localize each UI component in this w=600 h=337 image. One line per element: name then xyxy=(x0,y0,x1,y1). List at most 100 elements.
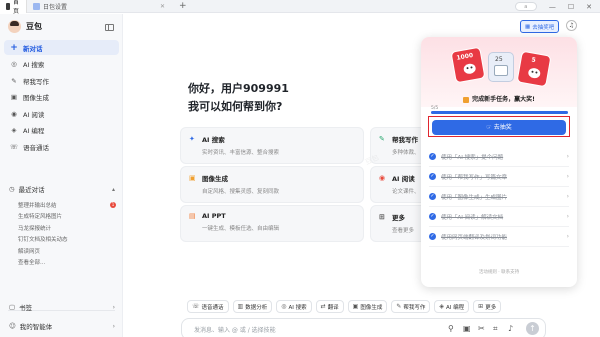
minimize-icon[interactable]: — xyxy=(549,3,556,11)
toolbar-voice-call[interactable]: ☏ 语音通话 xyxy=(187,300,229,313)
scissors-icon[interactable]: ✂ xyxy=(478,324,485,333)
list-item[interactable]: 整理并输出总结 1 xyxy=(18,199,116,211)
sidebar-item-bookmarks[interactable]: ▢ 书签 › xyxy=(9,302,115,312)
chevron-right-icon: › xyxy=(566,233,569,240)
book-icon: ◉ xyxy=(11,109,17,118)
message-input[interactable]: 发消息、输入 @ 或 / 选择技能 xyxy=(194,325,276,334)
tab-home[interactable]: 首页 xyxy=(0,0,26,15)
tab-home-label: 首页 xyxy=(13,0,20,15)
unread-badge: 1 xyxy=(110,201,116,208)
card-image-gen[interactable]: ▣ 图像生成 自定风格、搜集灵感、复刻同款 xyxy=(180,166,364,203)
sidebar-item-new-chat[interactable]: + 新对话 xyxy=(4,40,119,55)
attach-icon[interactable]: ⚲ xyxy=(448,324,454,333)
pen-icon: ✎ xyxy=(396,303,402,310)
recent-chat-label: 马龙探报统计 xyxy=(18,225,52,232)
pointer-icon: ☞ xyxy=(486,124,492,131)
chevron-right-icon: › xyxy=(566,153,569,160)
task-row[interactable]: ✓ 使用「帮我写作」写篇文章 › xyxy=(429,167,569,187)
profile-badge[interactable]: a xyxy=(514,2,537,11)
search-icon: ✦ xyxy=(189,135,195,143)
notification-icon[interactable]: ♫ xyxy=(566,20,577,31)
gift-amount: 1000 xyxy=(456,52,474,62)
chevron-right-icon: › xyxy=(566,213,569,220)
recent-chats-list: 整理并输出总结 1 生成特定风格图片 马龙探报统计 钉钉文档及相关动态 解读网页… xyxy=(18,199,116,268)
toolbar-ai-search[interactable]: ◎ AI 搜索 xyxy=(276,300,312,313)
toolbar-label: AI 编程 xyxy=(446,304,465,311)
window-controls: a — ☐ ✕ xyxy=(514,0,600,13)
sidebar-item-writing[interactable]: ✎ 帮我写作 xyxy=(4,73,119,88)
toolbar-more[interactable]: ⊞ 更多 xyxy=(473,300,502,313)
card-ai-ppt[interactable]: ▤ AI PPT 一键生成、模板任选、自由编辑 xyxy=(180,205,364,242)
microphone-icon[interactable]: ♪ xyxy=(508,324,513,333)
list-item[interactable]: 解读网页 xyxy=(18,245,116,257)
toolbar-translate[interactable]: ⇄ 翻译 xyxy=(315,300,344,313)
card-subtitle: 自定风格、搜集灵感、复刻同款 xyxy=(202,189,280,195)
close-tab-icon[interactable]: ✕ xyxy=(160,3,165,10)
sidebar-toggle-icon[interactable] xyxy=(105,24,114,31)
greeting-line-1: 你好，用户909991 xyxy=(188,82,289,95)
recent-chat-label: 整理并输出总结 xyxy=(18,202,57,209)
sidebar-item-image-gen[interactable]: ▣ 图像生成 xyxy=(4,90,119,105)
toolbar-label: 语音通话 xyxy=(201,304,224,311)
clock-icon: ◷ xyxy=(9,185,15,193)
chevron-right-icon: › xyxy=(566,173,569,180)
task-row[interactable]: ✓ 使用「AI 搜索」提个问题 › xyxy=(429,147,569,167)
task-row[interactable]: ✓ 使用「AI 阅读」解读文档 › xyxy=(429,207,569,227)
task-progress-bar xyxy=(431,111,568,114)
go-lottery-label: 去抽奖 xyxy=(493,124,512,131)
view-all-link[interactable]: 查看全部... xyxy=(18,257,116,269)
ppt-icon: ▤ xyxy=(189,212,196,220)
check-icon: ✓ xyxy=(429,173,436,180)
greeting: 你好，用户909991 我可以如何帮到你? xyxy=(188,80,289,116)
sidebar-item-voice-call[interactable]: ☏ 语音通话 xyxy=(4,139,119,154)
task-row[interactable]: ✓ 使用网页端翻译及划词功能 › xyxy=(429,227,569,247)
chevron-up-icon: ▴ xyxy=(111,185,115,193)
toolbar-ai-coding[interactable]: ◈ AI 编程 xyxy=(434,300,470,313)
maximize-icon[interactable]: ☐ xyxy=(568,3,574,11)
task-row[interactable]: ✓ 使用「图像生成」生成图片 › xyxy=(429,187,569,207)
recent-chats-title: 最近对话 xyxy=(18,186,45,194)
gift-card-left: 1000 xyxy=(450,46,486,84)
list-item[interactable]: 生成特定风格图片 xyxy=(18,211,116,223)
recent-chats-header[interactable]: ◷ 最近对话 ▴ xyxy=(9,184,115,194)
card-title: AI 搜索 xyxy=(202,136,225,144)
task-list: ✓ 使用「AI 搜索」提个问题 › ✓ 使用「帮我写作」写篇文章 › ✓ 使用「图像生成」… xyxy=(429,147,569,247)
list-item[interactable]: 马龙探报统计 xyxy=(18,222,116,234)
brand[interactable]: 豆包 xyxy=(8,20,42,33)
lottery-button[interactable]: ▦ 去抽奖吧 xyxy=(520,20,560,33)
tab-settings[interactable]: 日包设置 ✕ xyxy=(26,0,171,13)
close-window-icon[interactable]: ✕ xyxy=(586,3,592,11)
code-icon: ◈ xyxy=(11,126,17,134)
image-upload-icon[interactable]: ▣ xyxy=(463,324,471,333)
sidebar: 豆包 + 新对话 ◎ AI 搜索 ✎ 帮我写作 ▣ 图像生成 ◉ AI 阅读 ◈… xyxy=(0,14,123,337)
card-subtitle: 一键生成、模板任选、自由编辑 xyxy=(202,226,280,232)
send-button[interactable]: ↑ xyxy=(526,322,539,335)
check-icon: ✓ xyxy=(429,153,436,160)
avatar xyxy=(8,20,21,33)
gift-amount: 25 xyxy=(495,56,503,63)
chevron-right-icon: › xyxy=(566,193,569,200)
toolbar-data-analysis[interactable]: ▥ 数据分析 xyxy=(232,300,273,313)
go-lottery-button[interactable]: ☞ 去抽奖 xyxy=(432,120,566,135)
crop-icon[interactable]: ⌗ xyxy=(493,324,498,334)
chevron-right-icon: › xyxy=(112,303,115,311)
new-tab-button[interactable]: + xyxy=(179,1,187,11)
popover-footer[interactable]: 活动规则 · 联系支持 xyxy=(421,269,577,275)
sidebar-item-label: AI 编程 xyxy=(23,127,45,135)
toolbar-image-gen[interactable]: ▣ 图像生成 xyxy=(347,300,388,313)
check-icon: ✓ xyxy=(429,213,436,220)
sidebar-item-label: AI 搜索 xyxy=(23,61,45,69)
toolbar-writing[interactable]: ✎ 帮我写作 xyxy=(391,300,431,313)
phone-icon: ☏ xyxy=(9,142,19,151)
recent-chat-label: 钉钉文档及相关动态 xyxy=(18,237,68,244)
sidebar-item-ai-search[interactable]: ◎ AI 搜索 xyxy=(4,57,119,72)
sidebar-item-ai-reading[interactable]: ◉ AI 阅读 xyxy=(4,106,119,121)
search-icon: ◎ xyxy=(281,303,287,310)
list-item[interactable]: 钉钉文档及相关动态 xyxy=(18,234,116,246)
message-input-bar[interactable]: 发消息、输入 @ 或 / 选择技能 ⚲ ▣ ✂ ⌗ ♪ ↑ xyxy=(181,318,546,337)
toolbar-label: 翻译 xyxy=(327,304,339,311)
card-ai-search[interactable]: ✦ AI 搜索 实时资讯、丰富信源、整合搜索 xyxy=(180,127,364,164)
sidebar-item-my-agents[interactable]: ☺ 我的智能体 › xyxy=(9,321,115,331)
chart-icon: ▥ xyxy=(237,303,244,310)
sidebar-item-ai-coding[interactable]: ◈ AI 编程 xyxy=(4,123,119,138)
